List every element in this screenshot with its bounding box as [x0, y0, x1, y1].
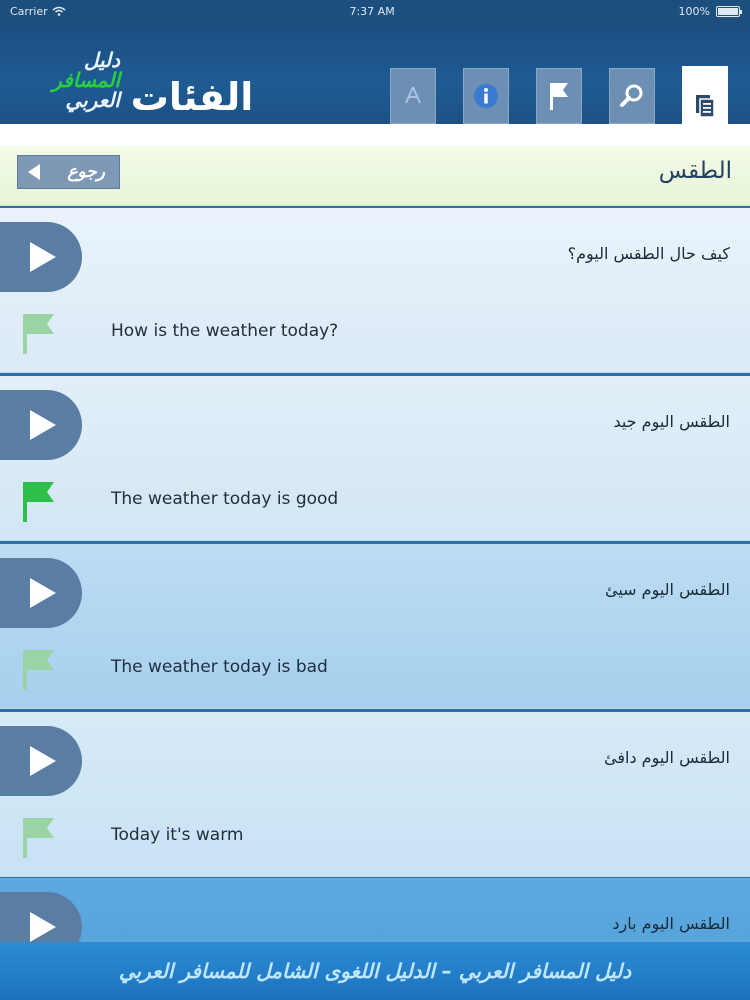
- play-button[interactable]: [0, 892, 82, 942]
- status-left: Carrier: [10, 5, 66, 18]
- arabic-phrase: كيف حال الطقس اليوم؟: [567, 244, 730, 263]
- play-button[interactable]: [0, 726, 82, 796]
- status-time: 7:37 AM: [349, 4, 395, 18]
- footer-banner: دليل المسافر العربي – الدليل اللغوى الشا…: [0, 942, 750, 1000]
- section-title: الطقس: [658, 158, 732, 184]
- english-phrase: The weather today is bad: [111, 657, 328, 677]
- flag-icon: [550, 83, 568, 110]
- arabic-phrase: الطقس اليوم جيد: [613, 412, 730, 431]
- arabic-phrase: الطقس اليوم دافئ: [604, 748, 730, 767]
- document-list-icon: [696, 95, 715, 118]
- english-phrase: Today it's warm: [111, 825, 244, 845]
- search-icon: [620, 84, 643, 107]
- header-divider: [0, 124, 750, 146]
- battery-percent: 100%: [678, 4, 710, 18]
- status-right: 100%: [678, 4, 742, 18]
- carrier-label: Carrier: [10, 4, 48, 18]
- logo-line-2: المسافر: [52, 68, 120, 92]
- play-icon: [30, 410, 56, 440]
- info-button[interactable]: [463, 68, 509, 124]
- english-phrase: The weather today is good: [111, 489, 339, 509]
- play-icon: [30, 578, 56, 608]
- flag-icon[interactable]: [20, 312, 56, 356]
- back-button[interactable]: رجوع: [17, 155, 120, 189]
- play-icon: [30, 912, 56, 942]
- phrase-row: الطقس اليوم بارد: [0, 878, 750, 942]
- play-button[interactable]: [0, 558, 82, 628]
- battery-icon: [715, 5, 742, 17]
- app-store-button[interactable]: [390, 68, 436, 124]
- english-phrase: How is the weather today?: [111, 321, 339, 341]
- section-header: رجوع الطقس: [0, 146, 750, 206]
- logo-line-3: العربي: [65, 88, 120, 112]
- app-header: دليل المسافر العربي الفئات: [0, 22, 750, 146]
- back-button-label: رجوع: [67, 162, 105, 182]
- favorites-button[interactable]: [536, 68, 582, 124]
- back-arrow-icon: [28, 164, 40, 180]
- arabic-phrase: الطقس اليوم بارد: [612, 914, 730, 933]
- phrase-list[interactable]: كيف حال الطقس اليوم؟ How is the weather …: [0, 208, 750, 942]
- phrase-row: الطقس اليوم سيئ The weather today is bad: [0, 544, 750, 709]
- play-icon: [30, 242, 56, 272]
- arabic-phrase: الطقس اليوم سيئ: [605, 580, 730, 599]
- status-bar: Carrier 7:37 AM 100%: [0, 0, 750, 22]
- info-icon: [474, 84, 498, 108]
- phrase-row: الطقس اليوم دافئ Today it's warm: [0, 712, 750, 877]
- page-title: الفئات: [130, 75, 254, 119]
- flag-icon[interactable]: [20, 648, 56, 692]
- wifi-icon: [52, 6, 66, 16]
- phrase-row: كيف حال الطقس اليوم؟ How is the weather …: [0, 208, 750, 373]
- flag-icon[interactable]: [20, 480, 56, 524]
- logo-line-1: دليل: [83, 48, 120, 72]
- search-button[interactable]: [609, 68, 655, 124]
- play-button[interactable]: [0, 390, 82, 460]
- phrase-row: الطقس اليوم جيد The weather today is goo…: [0, 376, 750, 541]
- play-icon: [30, 746, 56, 776]
- play-button[interactable]: [0, 222, 82, 292]
- app-store-icon: [405, 86, 421, 104]
- flag-icon[interactable]: [20, 816, 56, 860]
- app-logo: دليل المسافر العربي: [30, 50, 120, 116]
